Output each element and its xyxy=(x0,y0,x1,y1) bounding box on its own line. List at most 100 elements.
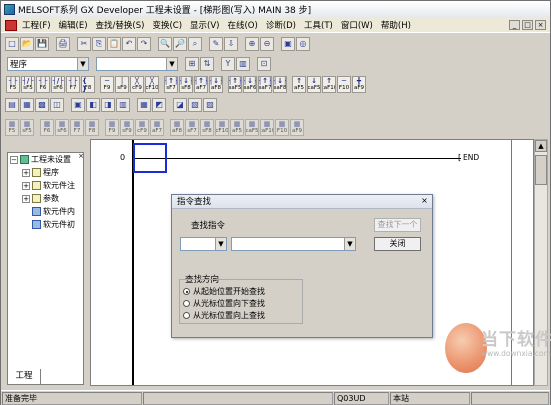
ladder-key-caf10[interactable]: ↑caF10 xyxy=(322,76,336,93)
secondary-key-f10[interactable]: ▦ F10 xyxy=(275,119,289,136)
expand-icon[interactable]: + xyxy=(22,181,30,190)
ladder-key-saf8[interactable]: ┤↓├ saF8 xyxy=(273,76,287,93)
tree-item-parameter[interactable]: + 参数 xyxy=(8,192,83,205)
edit-cursor[interactable] xyxy=(133,143,167,173)
monitor-start-icon[interactable]: ▧ xyxy=(188,98,202,112)
ladder-key-sf6[interactable]: ┤/├ sF6 xyxy=(51,76,65,93)
tree-item-program[interactable]: + 程序 xyxy=(8,166,83,179)
ladder-key-caf5[interactable]: ↓ caF5 xyxy=(307,76,321,93)
grid-icon[interactable]: ▤ xyxy=(5,98,19,112)
new-icon[interactable]: □ xyxy=(5,37,19,51)
secondary-key-af7[interactable]: ▦ aF7 xyxy=(150,119,164,136)
ladder-key-saf6[interactable]: ┤↓├ saF6 xyxy=(243,76,257,93)
radio-cursor-down[interactable]: 从光标位置向下查找 xyxy=(183,298,265,309)
ladder-key-sf5[interactable]: ┤/├ sF5 xyxy=(21,76,35,93)
zoom-icon[interactable]: ▦ xyxy=(137,98,151,112)
close-icon[interactable]: × xyxy=(419,196,430,206)
secondary-key-sf7[interactable]: ▦ sF7 xyxy=(185,119,199,136)
monitor-mode-icon[interactable]: ◎ xyxy=(296,37,310,51)
filter-icon[interactable]: Y xyxy=(221,57,235,71)
secondary-key-caf10[interactable]: ▦caF10 xyxy=(260,119,274,136)
radio-from-start[interactable]: 从起始位置开始查找 xyxy=(183,286,265,297)
mdi-close-button[interactable]: × xyxy=(535,20,546,30)
open-icon[interactable]: 📂 xyxy=(20,37,34,51)
ladder-key-f7[interactable]: ┤├ F7 xyxy=(66,76,80,93)
ladder-key-cf9[interactable]: ╳ cF9 xyxy=(130,76,144,93)
program-select[interactable]: ▼ xyxy=(96,57,178,71)
device-icon[interactable]: ▣ xyxy=(71,98,85,112)
secondary-key-cf9[interactable]: ▦ cF9 xyxy=(135,119,149,136)
secondary-key-f5[interactable]: ▦ F5 xyxy=(5,119,19,136)
expand-icon[interactable]: + xyxy=(22,194,30,203)
ladder-key-f6[interactable]: ┤├ F6 xyxy=(36,76,50,93)
radio-cursor-up[interactable]: 从光标位置向上查找 xyxy=(183,310,265,321)
copy-icon[interactable]: ⎘ xyxy=(92,37,106,51)
list-icon[interactable]: ▦ xyxy=(20,98,34,112)
menu-window[interactable]: 窗口(W) xyxy=(337,19,377,31)
menu-online[interactable]: 在线(O) xyxy=(223,19,261,31)
save-icon[interactable]: 💾 xyxy=(35,37,49,51)
secondary-key-sf9[interactable]: ▦ sF9 xyxy=(120,119,134,136)
tree-item-device-init[interactable]: 软元件初 xyxy=(8,218,83,231)
read-plc-icon[interactable]: ⇩ xyxy=(224,37,238,51)
online-icon[interactable]: ◪ xyxy=(173,98,187,112)
secondary-key-caf5[interactable]: ▦ caF5 xyxy=(245,119,259,136)
zoom-out-icon[interactable]: ⊖ xyxy=(260,37,274,51)
mdi-system-icon[interactable] xyxy=(5,19,17,31)
secondary-key-af8[interactable]: ▦ aF8 xyxy=(170,119,184,136)
sort-icon[interactable]: ⇅ xyxy=(200,57,214,71)
ladder-key-sf7[interactable]: ┤↑├ sF7 xyxy=(164,76,178,93)
find-next-button[interactable]: 查找下一个 xyxy=(374,218,421,232)
instruction-input[interactable]: ▼ xyxy=(231,237,356,251)
note-icon[interactable]: ◨ xyxy=(101,98,115,112)
monitor-stop-icon[interactable]: ▨ xyxy=(203,98,217,112)
ladder-key-af5[interactable]: ↑ aF5 xyxy=(292,76,306,93)
paste-icon[interactable]: 📋 xyxy=(107,37,121,51)
tree-root[interactable]: − 工程未设置 xyxy=(8,153,83,166)
table-icon[interactable]: ▥ xyxy=(236,57,250,71)
monitor-icon[interactable]: ▣ xyxy=(281,37,295,51)
instruction-type-select[interactable]: ▼ xyxy=(180,237,227,251)
print-icon[interactable]: 🖨 xyxy=(56,37,70,51)
close-icon[interactable]: × xyxy=(77,152,85,160)
redo-icon[interactable]: ↷ xyxy=(137,37,151,51)
statement-icon[interactable]: ◧ xyxy=(86,98,100,112)
alias-icon[interactable]: ▥ xyxy=(116,98,130,112)
ladder-key-f5[interactable]: ┤├ F5 xyxy=(6,76,20,93)
secondary-key-sf8[interactable]: ▦ sF8 xyxy=(200,119,214,136)
secondary-key-sf6[interactable]: ▦ sF6 xyxy=(55,119,69,136)
ladder-key-sf9[interactable]: │ sF9 xyxy=(115,76,129,93)
secondary-key-af9[interactable]: ▦ aF9 xyxy=(290,119,304,136)
menu-tools[interactable]: 工具(T) xyxy=(300,19,337,31)
secondary-key-f7[interactable]: ▦ F7 xyxy=(70,119,84,136)
secondary-key-f6[interactable]: ▦ F6 xyxy=(40,119,54,136)
ladder-key-f8[interactable]: { } F8 xyxy=(81,76,95,93)
ladder-key-af7[interactable]: ┤↑├ aF7 xyxy=(194,76,208,93)
tree-item-device-comment[interactable]: + 软元件注 xyxy=(8,179,83,192)
instruction-search-icon[interactable]: ⌕ xyxy=(188,37,202,51)
tab-project[interactable]: 工程 xyxy=(7,369,41,385)
secondary-key-af5[interactable]: ▦ aF5 xyxy=(230,119,244,136)
cut-icon[interactable]: ✂ xyxy=(77,37,91,51)
scroll-thumb[interactable] xyxy=(535,155,547,185)
reduce-icon[interactable]: ◩ xyxy=(152,98,166,112)
mdi-restore-button[interactable]: □ xyxy=(522,20,533,30)
zoom-in-icon[interactable]: ⊕ xyxy=(245,37,259,51)
secondary-key-f9[interactable]: ▦ F9 xyxy=(105,119,119,136)
ladder-key-sf8[interactable]: ┤↓├ sF8 xyxy=(179,76,193,93)
scroll-up-icon[interactable]: ▲ xyxy=(535,140,547,152)
device-search-icon[interactable]: 🔎 xyxy=(173,37,187,51)
ladder-key-af9[interactable]: ╋ aF9 xyxy=(352,76,366,93)
mdi-minimize-button[interactable]: _ xyxy=(509,20,520,30)
menu-edit[interactable]: 编辑(E) xyxy=(55,19,92,31)
ladder-key-saf7[interactable]: ┤↑├ saF7 xyxy=(258,76,272,93)
ladder-key-f10[interactable]: ─ F10 xyxy=(337,76,351,93)
undo-icon[interactable]: ↶ xyxy=(122,37,136,51)
device-list-icon[interactable]: ⊡ xyxy=(257,57,271,71)
menu-view[interactable]: 显示(V) xyxy=(186,19,223,31)
ladder-key-f9[interactable]: ─ F9 xyxy=(100,76,114,93)
tree-item-device-memory[interactable]: 软元件内 xyxy=(8,205,83,218)
secondary-key-cf10[interactable]: ▦ cF10 xyxy=(215,119,229,136)
program-list-icon[interactable]: ⊞ xyxy=(185,57,199,71)
comment-icon[interactable]: ◫ xyxy=(50,98,64,112)
